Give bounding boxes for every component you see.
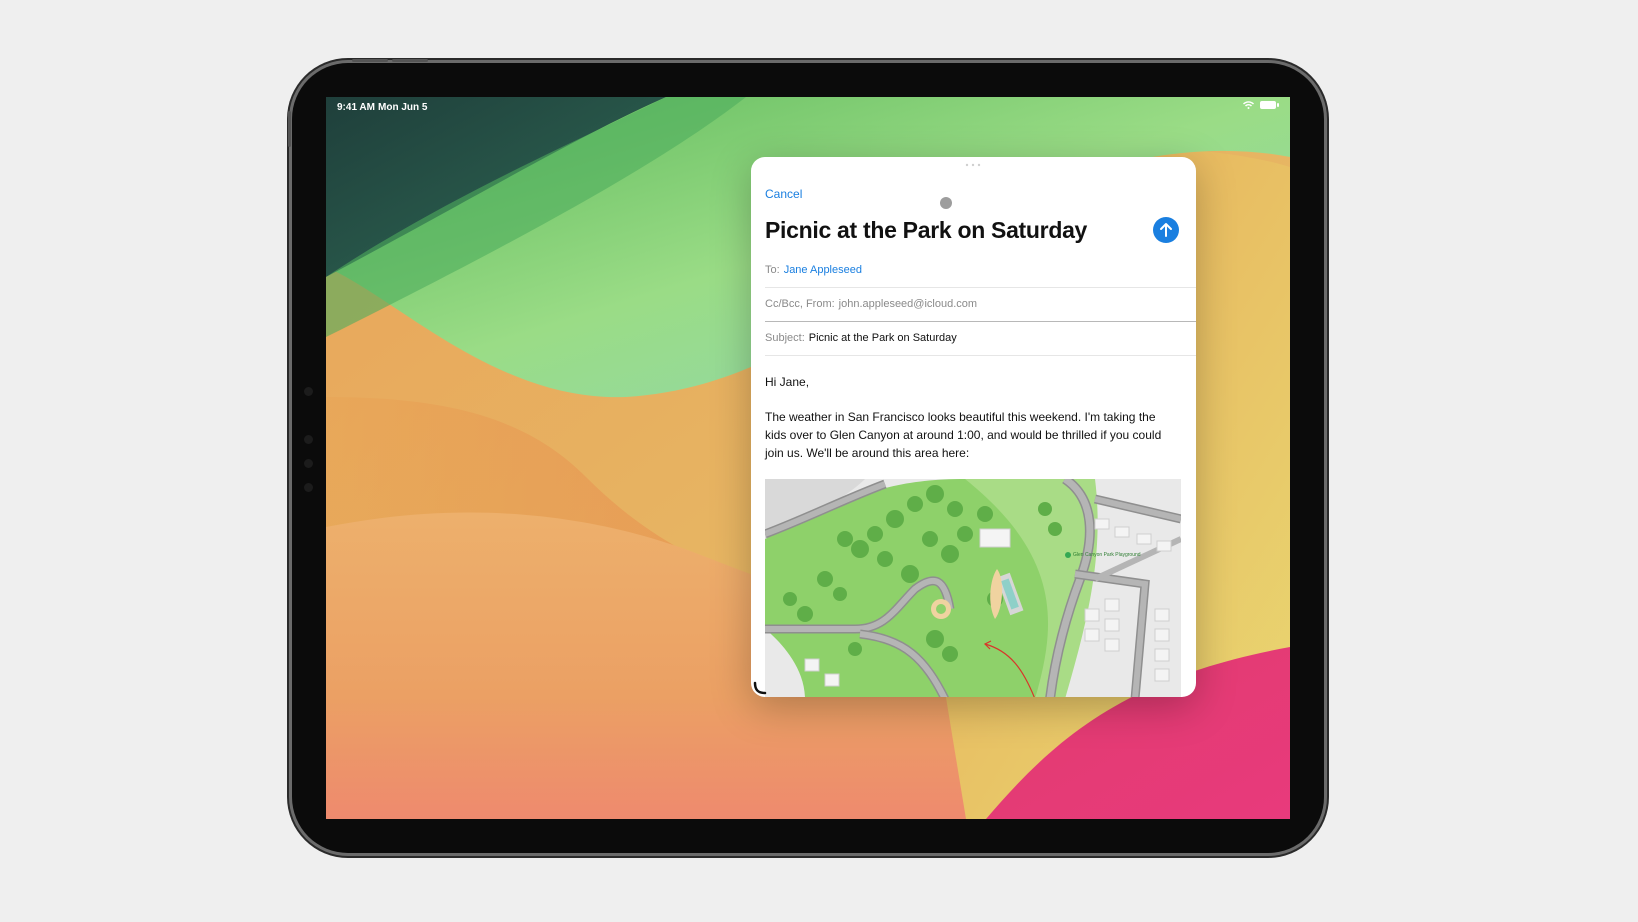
side-button <box>288 111 291 147</box>
cc-bcc-from-field[interactable]: Cc/Bcc, From: john.appleseed@icloud.com <box>765 287 1196 322</box>
window-grabber-icon[interactable] <box>965 163 981 167</box>
camera-dot <box>304 435 313 444</box>
body-paragraph: The weather in San Francisco looks beaut… <box>765 410 1162 460</box>
ipad-device: 9:41 AM Mon Jun 5 Cancel Picnic at the P… <box>288 59 1324 853</box>
playground-label: Glen Canyon Park Playground <box>1073 552 1141 558</box>
to-field[interactable]: To: Jane Appleseed <box>765 253 1196 288</box>
top-button-2 <box>392 59 428 62</box>
subject-label: Subject: <box>765 332 805 344</box>
to-label: To: <box>765 264 780 276</box>
ipad-screen: 9:41 AM Mon Jun 5 Cancel Picnic at the P… <box>326 97 1290 819</box>
subject-field[interactable]: Subject: Picnic at the Park on Saturday <box>765 321 1196 356</box>
camera-dot <box>304 483 313 492</box>
cancel-button[interactable]: Cancel <box>765 187 802 201</box>
map-snapshot[interactable]: Glen Canyon Park Playground <box>765 479 1181 697</box>
status-date: Mon Jun 5 <box>378 102 428 113</box>
arrow-up-icon <box>1160 223 1172 237</box>
wifi-icon <box>1243 101 1254 109</box>
top-button <box>352 59 388 62</box>
to-recipient[interactable]: Jane Appleseed <box>784 264 862 276</box>
status-time: 9:41 AM <box>337 102 375 113</box>
pointer-cursor <box>940 197 952 209</box>
compose-title: Picnic at the Park on Saturday <box>765 217 1088 243</box>
camera-dot <box>304 459 313 468</box>
status-bar: 9:41 AM Mon Jun 5 <box>326 97 1290 119</box>
camera-dot <box>304 387 313 396</box>
playground-pin-icon[interactable] <box>1065 552 1071 558</box>
scroll-corner-icon <box>753 681 767 695</box>
message-body[interactable]: Hi Jane, The weather in San Francisco lo… <box>765 373 1175 479</box>
cc-bcc-from-label: Cc/Bcc, From: <box>765 298 835 310</box>
battery-icon <box>1260 101 1279 109</box>
greeting: Hi Jane, <box>765 375 810 389</box>
status-icons <box>1243 101 1279 109</box>
subject-value[interactable]: Picnic at the Park on Saturday <box>809 332 957 344</box>
mail-compose-sheet: Cancel Picnic at the Park on Saturday To… <box>751 157 1196 697</box>
send-button[interactable] <box>1153 217 1179 243</box>
from-address[interactable]: john.appleseed@icloud.com <box>839 298 977 310</box>
